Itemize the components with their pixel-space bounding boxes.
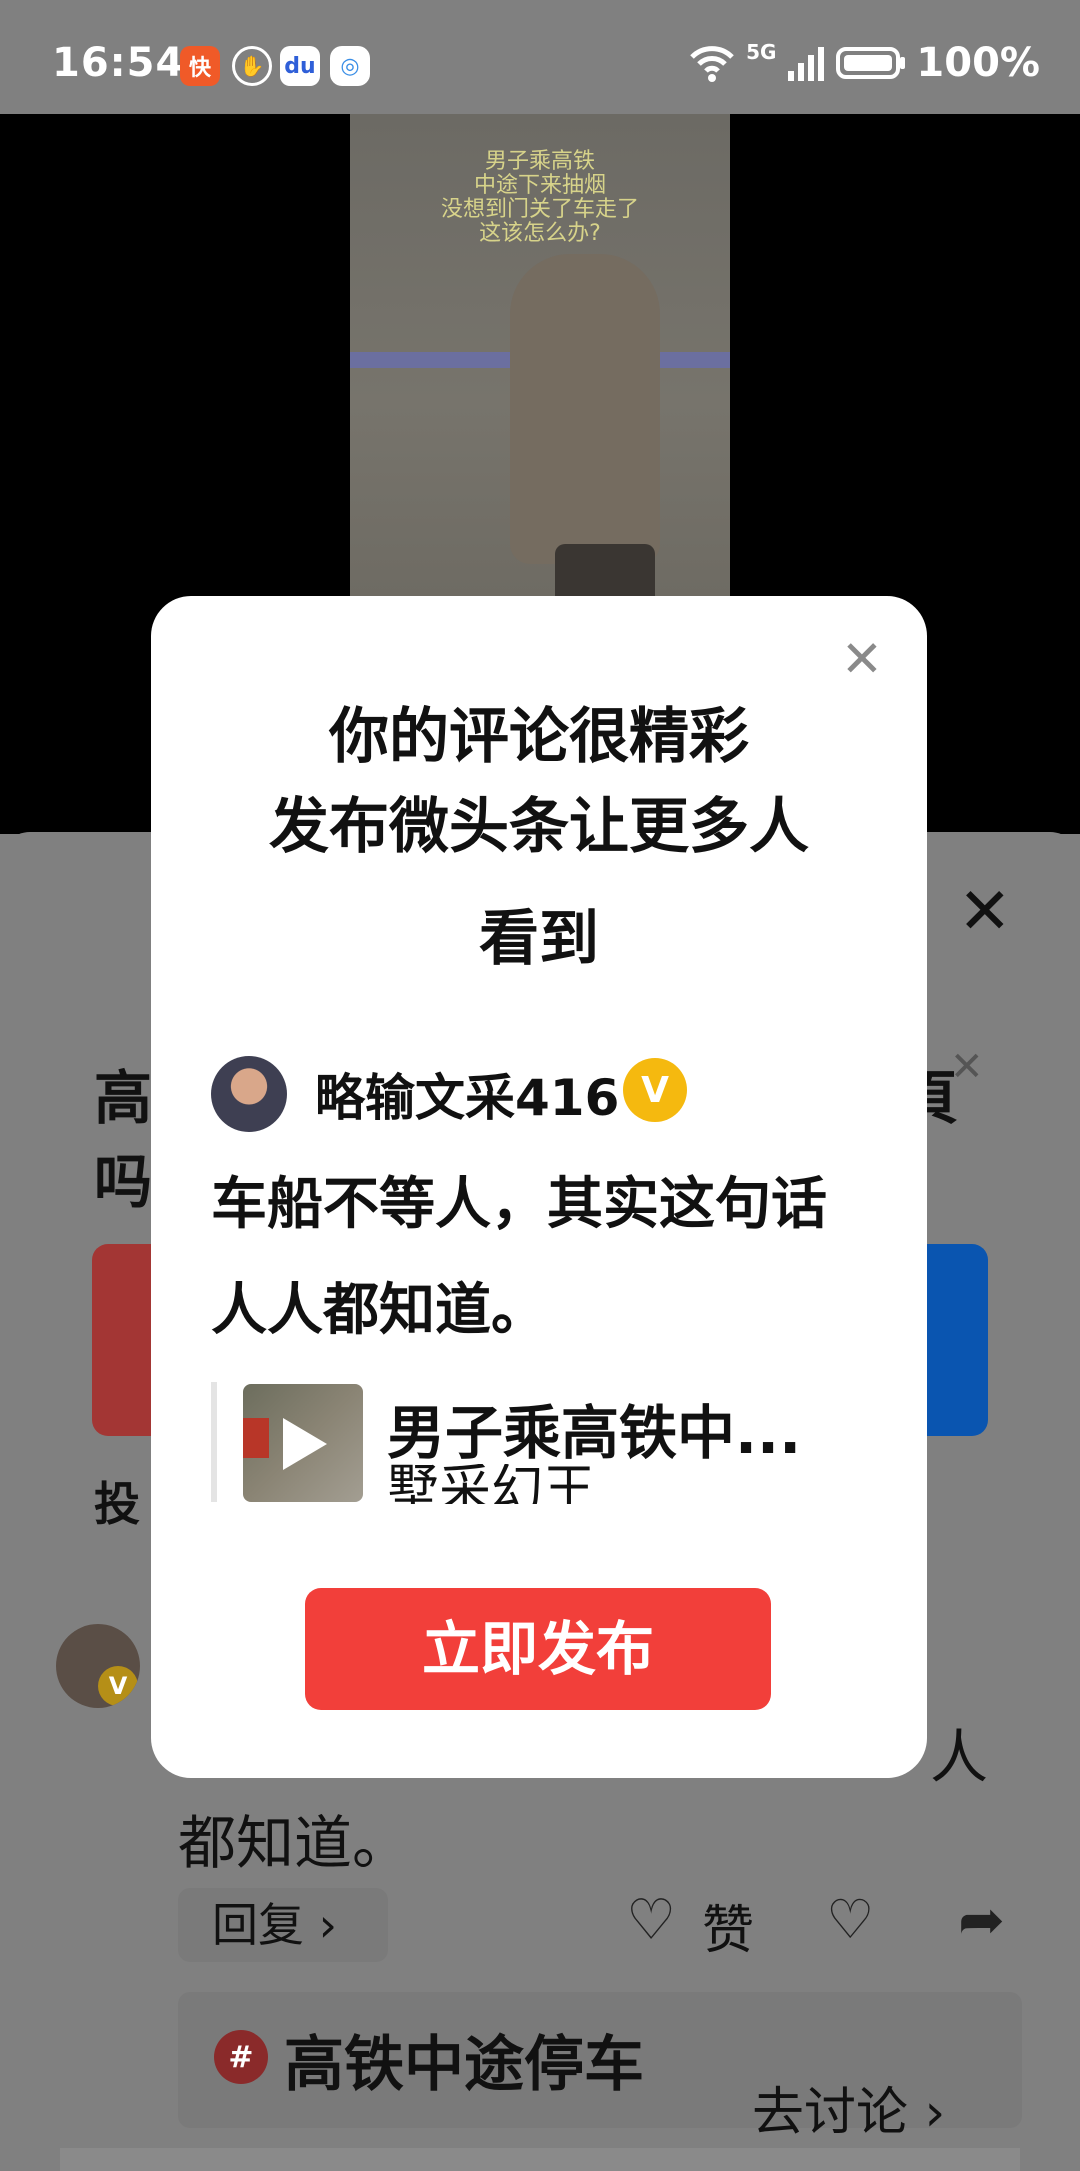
comment-fragment: 人 xyxy=(930,1723,989,1791)
video-caption-line: 没想到门关了车走了 xyxy=(440,197,639,222)
dialog-title-line: 你的评论很精彩 xyxy=(329,702,749,772)
verified-badge-icon: V xyxy=(623,1058,687,1122)
quote-divider xyxy=(211,1382,217,1502)
video-person xyxy=(510,254,660,564)
bottom-bar xyxy=(60,2148,1020,2171)
discuss-link[interactable]: 去讨论 › xyxy=(752,2070,945,2145)
status-time: 16:54 xyxy=(52,40,185,86)
network-type: 5G xyxy=(746,40,777,64)
baidu-icon: du xyxy=(280,46,320,86)
linked-article-subtitle: 墅采幻王 xyxy=(387,1464,596,1504)
verified-badge-icon: V xyxy=(98,1666,138,1706)
hashtag-icon: # xyxy=(214,2030,268,2084)
dialog-title-line: 发布微头条让更多人 xyxy=(269,792,809,862)
battery-level: 100% xyxy=(916,40,1040,86)
video-thumbnail xyxy=(243,1384,363,1502)
avatar[interactable]: V xyxy=(56,1624,140,1708)
share-icon[interactable]: ➦ xyxy=(958,1888,1005,1953)
video-caption: 男子乘高铁 中途下来抽烟 没想到门关了车走了 这该怎么办? xyxy=(350,150,730,246)
kuaishou-icon: 快 xyxy=(180,46,220,86)
thumbnail-red-light xyxy=(243,1418,269,1458)
article-title-fragment: 高 吗 xyxy=(94,1056,152,1224)
dialog-title: 你的评论很精彩 发布微头条让更多人 看到 xyxy=(151,692,927,984)
card-close-icon[interactable]: ✕ xyxy=(950,1044,984,1090)
close-icon[interactable]: ✕ xyxy=(841,634,883,684)
dialog-title-line: 看到 xyxy=(479,904,599,974)
video-caption-line: 这该怎么办? xyxy=(479,221,601,246)
video-caption-line: 中途下来抽烟 xyxy=(473,173,606,198)
username: 略输文采416 xyxy=(315,1069,620,1127)
title-line: 吗 xyxy=(94,1148,153,1216)
status-bar: 16:54 快 ✋ du ◎ 5G 100% xyxy=(0,0,1080,114)
status-right: 5G 100% xyxy=(688,40,1040,86)
topic-title: 高铁中途停车 xyxy=(284,2030,644,2100)
vote-option-blue[interactable] xyxy=(920,1244,988,1436)
reply-button[interactable]: 回复 › xyxy=(178,1888,388,1962)
title-line: 高 xyxy=(94,1064,153,1132)
broken-heart-icon[interactable]: ♡ xyxy=(826,1888,874,1951)
vote-label: 投 xyxy=(94,1477,140,1531)
signal-icon xyxy=(788,47,825,81)
avatar xyxy=(211,1056,287,1132)
publish-dialog: ✕ 你的评论很精彩 发布微头条让更多人 看到 略输文采416 V 车船不等人，其… xyxy=(151,596,927,1778)
play-icon xyxy=(283,1418,327,1470)
linked-article-title: 男子乘高铁中... xyxy=(387,1399,802,1467)
battery-icon xyxy=(836,47,906,79)
comment-text: 都知道。 xyxy=(178,1809,411,1877)
browser-icon: ◎ xyxy=(330,46,370,86)
publish-now-button[interactable]: 立即发布 xyxy=(305,1588,771,1710)
heart-icon[interactable]: ♡ xyxy=(626,1888,676,1953)
wifi-icon xyxy=(690,46,734,82)
hand-icon: ✋ xyxy=(232,46,272,86)
video-caption-line: 男子乘高铁 xyxy=(484,149,595,174)
comment-preview: 车船不等人，其实这句话人人都知道。 xyxy=(211,1172,827,1343)
close-icon[interactable]: ✕ xyxy=(958,880,1012,944)
like-label[interactable]: 赞 xyxy=(702,1888,754,1963)
